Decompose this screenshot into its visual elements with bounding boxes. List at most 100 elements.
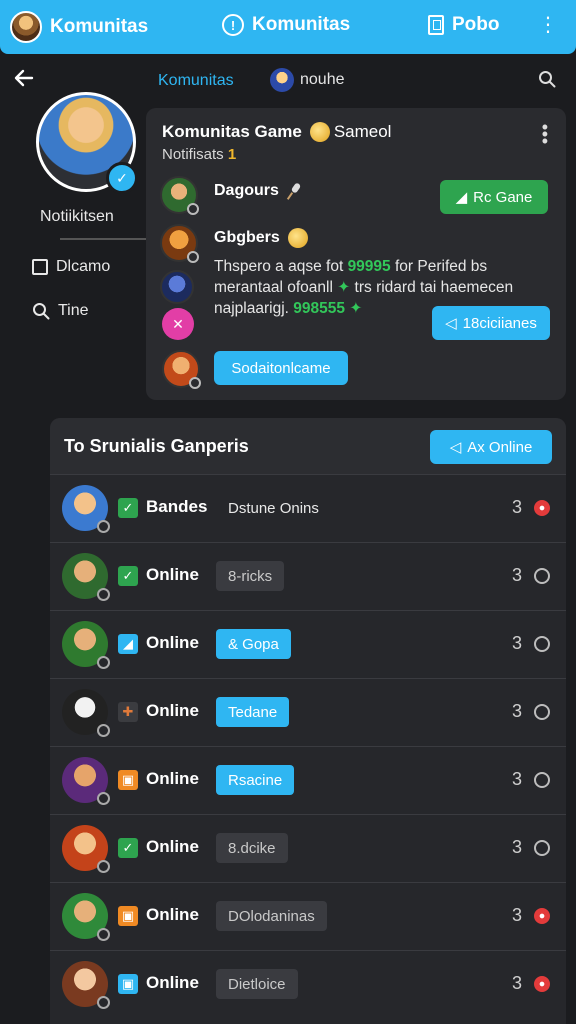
notification-count: Notifisats 1 bbox=[162, 146, 236, 163]
checkbox-icon bbox=[32, 259, 48, 275]
user-name: Gbgbers bbox=[214, 229, 280, 246]
send-icon: ◁ bbox=[445, 315, 457, 332]
notification-number: 1 bbox=[227, 146, 237, 163]
member-count: 3 bbox=[511, 769, 522, 789]
avatar[interactable] bbox=[162, 350, 201, 389]
card-user-1[interactable]: Dagours bbox=[214, 182, 303, 200]
avatar bbox=[62, 893, 110, 941]
member-tag: DOlodaninas bbox=[216, 901, 327, 931]
member-tag: 8-ricks bbox=[216, 561, 285, 591]
bid-button[interactable]: ◁ 18ciciianes bbox=[432, 306, 550, 340]
pink-badge-icon[interactable]: ✕ bbox=[162, 308, 194, 340]
member-count: 3 bbox=[511, 565, 522, 585]
sidebar-item-dlcamo[interactable]: Dlcamo bbox=[32, 258, 110, 276]
sidebar-item-label: Tine bbox=[58, 302, 89, 319]
alert-icon: ! bbox=[222, 14, 244, 36]
info-icon[interactable] bbox=[534, 568, 550, 584]
status-icon bbox=[97, 588, 110, 601]
member-count: 3 bbox=[511, 497, 522, 517]
member-row[interactable]: ✓ Online 8-ricks 3 bbox=[50, 542, 566, 610]
member-tag: & Gopa bbox=[216, 629, 291, 659]
tab-komunitas-home[interactable]: Komunitas bbox=[10, 11, 148, 43]
avatar bbox=[62, 621, 110, 669]
avatar bbox=[62, 757, 110, 805]
member-row[interactable]: ▣ Online Dietloice 3 bbox=[50, 950, 566, 1018]
user-name: nouhe bbox=[300, 71, 345, 88]
divider bbox=[60, 238, 156, 240]
members-header: To Srunialis Ganperis ◁ Ax Online bbox=[50, 418, 566, 474]
status-icon bbox=[187, 251, 199, 263]
status-icon bbox=[189, 377, 201, 389]
sparkle-icon: ✦ bbox=[337, 279, 351, 296]
back-arrow-icon[interactable] bbox=[14, 68, 34, 88]
send-icon[interactable]: ◢ bbox=[118, 634, 138, 654]
call-button[interactable]: Sodaitonlcame bbox=[214, 351, 348, 385]
check-icon[interactable]: ✓ bbox=[118, 498, 138, 518]
info-icon[interactable] bbox=[534, 840, 550, 856]
info-icon[interactable] bbox=[534, 704, 550, 720]
member-count: 3 bbox=[511, 701, 522, 721]
member-row[interactable]: ✓ Bandes Dstune Onins 3 bbox=[50, 474, 566, 542]
status-icon bbox=[97, 928, 110, 941]
microphone-icon bbox=[287, 183, 303, 199]
avatar bbox=[62, 961, 110, 1009]
member-row[interactable]: ▣ Online DOlodaninas 3 bbox=[50, 882, 566, 950]
status-dot-icon[interactable] bbox=[534, 976, 550, 992]
user-avatar bbox=[270, 68, 294, 92]
sparkle-icon: ✦ bbox=[349, 300, 363, 317]
card-title: Komunitas Game Sameol bbox=[162, 122, 391, 142]
status-icon bbox=[97, 520, 110, 533]
member-row[interactable]: ▣ Online Rsacine 3 bbox=[50, 746, 566, 814]
tab-komunitas-active[interactable]: Komunitas bbox=[158, 72, 234, 90]
status-icon bbox=[97, 860, 110, 873]
avatar[interactable] bbox=[160, 224, 199, 263]
button-label: Sodaitonlcame bbox=[231, 359, 331, 377]
member-row[interactable]: ◢ Online & Gopa 3 bbox=[50, 610, 566, 678]
avatar bbox=[62, 485, 110, 533]
tab-pobo[interactable]: Pobo bbox=[428, 14, 500, 36]
game-icon[interactable]: ▣ bbox=[118, 906, 138, 926]
member-status: Online bbox=[146, 837, 199, 856]
status-icon bbox=[97, 792, 110, 805]
avatar[interactable] bbox=[160, 176, 199, 215]
member-status: Online bbox=[146, 905, 199, 924]
sidebar-item-tine[interactable]: Tine bbox=[32, 302, 89, 320]
top-app-bar: Komunitas ! Komunitas Pobo ⋮ bbox=[0, 0, 576, 54]
game-button[interactable]: ◢ Rc Gane bbox=[440, 180, 548, 214]
message-number: 99995 bbox=[347, 258, 391, 275]
search-icon[interactable] bbox=[538, 70, 556, 88]
info-icon[interactable] bbox=[534, 636, 550, 652]
check-icon[interactable]: ✓ bbox=[118, 838, 138, 858]
member-status: Online bbox=[146, 565, 199, 584]
card-badge: Sameol bbox=[309, 122, 391, 142]
status-dot-icon[interactable] bbox=[534, 908, 550, 924]
member-tag: Rsacine bbox=[216, 765, 295, 795]
controller-icon: ◢ bbox=[455, 189, 468, 206]
sub-user-chip[interactable]: nouhe bbox=[270, 68, 345, 92]
more-menu-icon[interactable]: ⋮ bbox=[538, 15, 558, 35]
community-card: Komunitas Game Sameol Notifisats 1 • • • D… bbox=[146, 108, 566, 400]
info-icon[interactable] bbox=[534, 772, 550, 788]
game-icon[interactable]: ▣ bbox=[118, 770, 138, 790]
tab-komunitas-info[interactable]: ! Komunitas bbox=[222, 14, 350, 36]
button-label: Ax Online bbox=[467, 438, 533, 456]
verified-badge-icon: ✓ bbox=[106, 162, 138, 194]
button-label: Rc Gane bbox=[473, 188, 533, 206]
member-tag: Dietloice bbox=[216, 969, 298, 999]
user-avatar bbox=[10, 11, 42, 43]
puzzle-icon[interactable]: ✚ bbox=[118, 702, 138, 722]
member-row[interactable]: ✚ Online Tedane 3 bbox=[50, 678, 566, 746]
member-status: Online bbox=[146, 701, 199, 720]
online-filter-button[interactable]: ◁ Ax Online bbox=[430, 430, 552, 464]
card-user-2[interactable]: Gbgbers bbox=[214, 228, 308, 248]
member-tag: Dstune Onins bbox=[228, 499, 319, 517]
avatar[interactable] bbox=[160, 270, 194, 304]
member-row[interactable]: ✓ Online 8.dcike 3 bbox=[50, 814, 566, 882]
check-icon[interactable]: ✓ bbox=[118, 566, 138, 586]
more-vertical-icon[interactable]: • • • bbox=[542, 118, 548, 150]
status-icon bbox=[97, 656, 110, 669]
status-dot-icon[interactable] bbox=[534, 500, 550, 516]
send-icon: ◁ bbox=[449, 439, 462, 456]
game-icon[interactable]: ▣ bbox=[118, 974, 138, 994]
sidebar-item-label: Dlcamo bbox=[56, 258, 111, 275]
